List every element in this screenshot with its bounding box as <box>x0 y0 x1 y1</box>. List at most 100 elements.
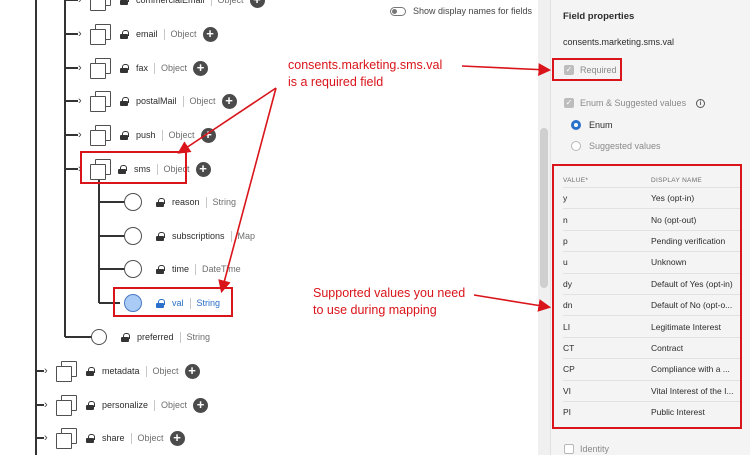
chevron-right-icon[interactable]: › <box>78 90 86 112</box>
object-icon <box>90 91 111 112</box>
lock-icon <box>86 433 95 443</box>
field-type: String <box>212 197 237 207</box>
scroll-thumb[interactable] <box>540 128 548 288</box>
lock-icon <box>120 63 129 73</box>
field-circle-icon <box>124 227 142 245</box>
field-type: String <box>186 332 211 342</box>
add-field-icon[interactable]: + <box>200 127 216 143</box>
field-type: Map <box>237 231 256 241</box>
chevron-right-icon[interactable]: › <box>44 427 52 449</box>
add-field-icon[interactable]: + <box>195 161 211 177</box>
add-field-icon[interactable]: + <box>193 60 209 76</box>
checkbox-empty-icon[interactable] <box>564 444 574 454</box>
radio-empty-icon[interactable] <box>571 141 581 151</box>
field-name: share <box>102 433 125 443</box>
field-name: commercialEmail <box>136 0 205 5</box>
object-icon <box>90 0 111 11</box>
lock-icon <box>156 264 165 274</box>
toggle-switch-icon[interactable] <box>390 6 406 16</box>
field-circle-icon <box>91 329 107 345</box>
supported-values-note: Supported values you need to use during … <box>313 286 466 317</box>
val-highlight-box <box>113 287 233 317</box>
chevron-right-icon[interactable]: › <box>44 360 52 382</box>
field-type: Object <box>168 130 195 140</box>
radio-suggested-values[interactable]: Suggested values <box>571 141 661 151</box>
object-icon <box>90 24 111 45</box>
tree-scrollbar[interactable] <box>538 0 550 455</box>
identity-label: Identity <box>580 444 610 454</box>
lock-icon <box>120 29 129 39</box>
field-name: preferred <box>137 332 174 342</box>
display-names-label: Show display names for fields <box>413 6 533 16</box>
field-type: Object <box>217 0 244 5</box>
field-path: consents.marketing.sms.val <box>563 37 675 47</box>
object-icon <box>56 395 77 416</box>
tree-node-time[interactable]: time DateTime <box>124 258 247 280</box>
field-name: personalize <box>102 400 149 410</box>
display-names-toggle[interactable]: Show display names for fields <box>390 6 532 16</box>
field-type: Object <box>161 400 188 410</box>
field-type: Object <box>189 96 216 106</box>
lock-icon <box>120 0 129 5</box>
enum-checkbox-row[interactable]: ✓ Enum & Suggested values i <box>564 98 706 108</box>
lock-icon <box>86 400 95 410</box>
object-icon <box>90 58 111 79</box>
object-icon <box>56 361 77 382</box>
tree-node-email[interactable]: › email Object + <box>78 23 218 45</box>
object-icon <box>56 428 77 449</box>
lock-icon <box>156 197 165 207</box>
lock-icon <box>121 332 130 342</box>
checkbox-checked-icon[interactable]: ✓ <box>564 98 574 108</box>
tree-node-commercialemail[interactable]: › commercialEmail Object + <box>78 0 265 11</box>
field-type: Object <box>170 29 197 39</box>
tree-node-postalmail[interactable]: › postalMail Object + <box>78 90 237 112</box>
field-name: subscriptions <box>172 231 225 241</box>
field-type: Object <box>161 63 188 73</box>
info-icon[interactable]: i <box>696 98 706 108</box>
identity-checkbox-row[interactable]: Identity <box>564 444 609 454</box>
field-circle-icon <box>124 260 142 278</box>
tree-node-metadata[interactable]: › metadata Object + <box>44 360 200 382</box>
add-field-icon[interactable]: + <box>249 0 265 8</box>
field-name: push <box>136 130 156 140</box>
required-field-note: consents.marketing.sms.val is a required… <box>288 58 443 89</box>
object-icon <box>90 125 111 146</box>
tree-node-share[interactable]: › share Object + <box>44 427 185 449</box>
chevron-right-icon[interactable]: › <box>78 0 86 11</box>
enum-label: Enum & Suggested values <box>580 98 687 108</box>
enum-table-highlight-box <box>552 164 742 429</box>
add-field-icon[interactable]: + <box>169 430 185 446</box>
lock-icon <box>156 231 165 241</box>
add-field-icon[interactable]: + <box>184 363 200 379</box>
add-field-icon[interactable]: + <box>193 397 209 413</box>
field-name: postalMail <box>136 96 177 106</box>
lock-icon <box>120 130 129 140</box>
add-field-icon[interactable]: + <box>221 93 237 109</box>
sms-highlight-box <box>80 151 187 184</box>
tree-node-personalize[interactable]: › personalize Object + <box>44 394 209 416</box>
field-circle-icon <box>124 193 142 211</box>
field-name: fax <box>136 63 149 73</box>
field-type: Object <box>137 433 164 443</box>
schema-tree: › commercialEmail Object + › email Objec… <box>0 0 538 455</box>
radio-enum[interactable]: Enum <box>571 120 613 130</box>
chevron-right-icon[interactable]: › <box>78 57 86 79</box>
required-highlight-box <box>552 58 622 81</box>
tree-node-fax[interactable]: › fax Object + <box>78 57 209 79</box>
tree-node-subscriptions[interactable]: subscriptions Map <box>124 225 261 247</box>
field-name: metadata <box>102 366 140 376</box>
radio-selected-icon[interactable] <box>571 120 581 130</box>
field-name: email <box>136 29 158 39</box>
chevron-right-icon[interactable]: › <box>78 124 86 146</box>
tree-node-preferred[interactable]: preferred String <box>91 326 216 348</box>
field-type: DateTime <box>202 264 241 274</box>
lock-icon <box>86 366 95 376</box>
field-type: Object <box>152 366 179 376</box>
tree-node-reason[interactable]: reason String <box>124 191 242 213</box>
chevron-right-icon[interactable]: › <box>44 394 52 416</box>
chevron-right-icon[interactable]: › <box>78 23 86 45</box>
tree-node-push[interactable]: › push Object + <box>78 124 216 146</box>
add-field-icon[interactable]: + <box>202 26 218 42</box>
panel-title: Field properties <box>563 11 635 22</box>
lock-icon <box>120 96 129 106</box>
